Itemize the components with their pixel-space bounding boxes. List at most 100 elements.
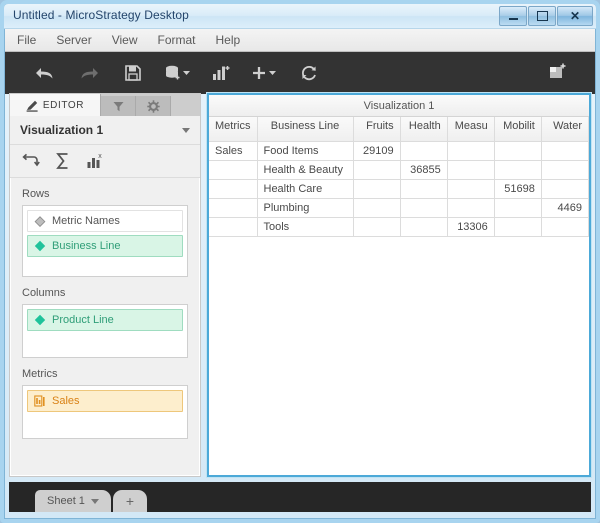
- cell-value: [447, 160, 495, 180]
- cell-business-line: Health Care: [257, 179, 354, 199]
- visualization-type-icon: x: [87, 153, 102, 168]
- cell-metric: Sales: [209, 141, 258, 161]
- grid-table[interactable]: Metrics Business Line Fruits Health Meas…: [209, 117, 589, 237]
- cell-value: [400, 198, 448, 218]
- zone-columns-dropzone[interactable]: Product Line: [22, 304, 188, 358]
- editor-mini-toolbar: x: [10, 145, 200, 178]
- menu-item-file[interactable]: File: [17, 33, 36, 47]
- chevron-down-icon[interactable]: [90, 498, 99, 504]
- tab-editor[interactable]: EDITOR: [10, 94, 101, 116]
- table-row[interactable]: Health Care 51698: [209, 179, 589, 199]
- filter-icon: [113, 101, 123, 111]
- visualization-type-button[interactable]: x: [86, 152, 104, 170]
- undo-button[interactable]: [23, 52, 67, 94]
- cell-value: 36855: [400, 160, 448, 180]
- cell-value: [353, 179, 401, 199]
- header-metrics[interactable]: Metrics: [209, 117, 258, 142]
- visualization-panel[interactable]: Visualization 1 Metrics Business Line Fr…: [207, 93, 591, 477]
- header-water[interactable]: Water: [541, 117, 589, 142]
- add-sheet-button[interactable]: +: [112, 490, 148, 512]
- zone-metrics: Metrics Sales: [10, 358, 200, 439]
- attribute-diamond-icon: [34, 314, 46, 326]
- cell-value: [353, 217, 401, 237]
- swap-rows-columns-icon: [22, 153, 40, 167]
- close-button[interactable]: ✕: [557, 6, 593, 26]
- menu-item-help[interactable]: Help: [216, 33, 241, 47]
- refresh-button[interactable]: [287, 52, 331, 94]
- window-title: Untitled - MicroStrategy Desktop: [13, 8, 189, 22]
- add-visualization-button[interactable]: [199, 52, 243, 94]
- zone-rows-dropzone[interactable]: Metric Names Business Line: [22, 205, 188, 277]
- table-row[interactable]: Health & Beauty 36855: [209, 160, 589, 180]
- pencil-icon: [26, 100, 38, 112]
- application-window: Untitled - MicroStrategy Desktop ✕ File …: [0, 0, 600, 523]
- tab-filters[interactable]: [101, 96, 136, 116]
- workspace: EDITOR Visualization 1 x Rows Metric Nam…: [9, 93, 591, 477]
- chip-product-line[interactable]: Product Line: [27, 309, 183, 331]
- cell-value: 4469: [541, 198, 589, 218]
- cell-business-line: Food Items: [257, 141, 354, 161]
- cell-value: [494, 141, 542, 161]
- new-panel-button[interactable]: [547, 52, 569, 94]
- cell-value: [541, 160, 589, 180]
- table-row[interactable]: Plumbing 4469: [209, 198, 589, 218]
- cell-value: [400, 141, 448, 161]
- editor-tabs: EDITOR: [10, 94, 200, 116]
- add-sheet-label: +: [125, 493, 135, 509]
- window-controls: ✕: [499, 6, 593, 26]
- totals-icon: [56, 153, 68, 169]
- header-mobilit[interactable]: Mobilit: [494, 117, 542, 142]
- minimize-button[interactable]: [499, 6, 527, 26]
- svg-text:x: x: [98, 153, 102, 160]
- chip-business-line[interactable]: Business Line: [27, 235, 183, 257]
- cell-business-line: Tools: [257, 217, 354, 237]
- chip-metric-names[interactable]: Metric Names: [27, 210, 183, 232]
- maximize-button[interactable]: [528, 6, 556, 26]
- visualization-title: Visualization 1: [209, 95, 589, 117]
- cell-value: [400, 217, 448, 237]
- header-health[interactable]: Health: [400, 117, 448, 142]
- menu-item-server[interactable]: Server: [56, 33, 91, 47]
- grid-body: Sales Food Items 29109 Health & Beauty 3…: [209, 141, 589, 237]
- cell-metric: [209, 217, 258, 237]
- add-data-icon: [166, 65, 190, 80]
- cell-value: [494, 160, 542, 180]
- cell-value: 51698: [494, 179, 542, 199]
- editor-panel: EDITOR Visualization 1 x Rows Metric Nam…: [9, 93, 201, 477]
- sheet-tab-sheet-1[interactable]: Sheet 1: [35, 490, 111, 512]
- zone-rows: Rows Metric Names Business Line: [10, 178, 200, 277]
- cell-value: [494, 198, 542, 218]
- cell-value: [353, 198, 401, 218]
- add-data-button[interactable]: [155, 52, 199, 94]
- cell-metric: [209, 179, 258, 199]
- new-panel-icon: [550, 63, 566, 78]
- menu-item-format[interactable]: Format: [157, 33, 195, 47]
- insert-button[interactable]: [243, 52, 287, 94]
- toolbar: [5, 52, 595, 94]
- chip-sales[interactable]: Sales: [27, 390, 183, 412]
- close-icon: ✕: [569, 9, 581, 23]
- tab-editor-label: EDITOR: [42, 99, 85, 111]
- table-row[interactable]: Tools 13306: [209, 217, 589, 237]
- zone-metrics-dropzone[interactable]: Sales: [22, 385, 188, 439]
- cell-value: [447, 141, 495, 161]
- header-fruits[interactable]: Fruits: [353, 117, 401, 142]
- insert-icon: [253, 67, 276, 79]
- cell-value: [447, 198, 495, 218]
- minimize-icon: [508, 17, 518, 20]
- table-row[interactable]: Sales Food Items 29109: [209, 141, 589, 161]
- grid-header-row: Metrics Business Line Fruits Health Meas…: [209, 117, 589, 142]
- swap-rows-columns-button[interactable]: [22, 152, 40, 170]
- totals-button[interactable]: [54, 152, 72, 170]
- visualization-selector[interactable]: Visualization 1: [10, 116, 200, 145]
- tab-settings[interactable]: [136, 96, 171, 116]
- undo-icon: [36, 68, 53, 79]
- save-button[interactable]: [111, 52, 155, 94]
- redo-button[interactable]: [67, 52, 111, 94]
- menu-item-view[interactable]: View: [112, 33, 138, 47]
- header-measu[interactable]: Measu: [447, 117, 495, 142]
- cell-value: [353, 160, 401, 180]
- gear-icon: [146, 99, 160, 113]
- header-business-line[interactable]: Business Line: [257, 117, 354, 142]
- cell-business-line: Health & Beauty: [257, 160, 354, 180]
